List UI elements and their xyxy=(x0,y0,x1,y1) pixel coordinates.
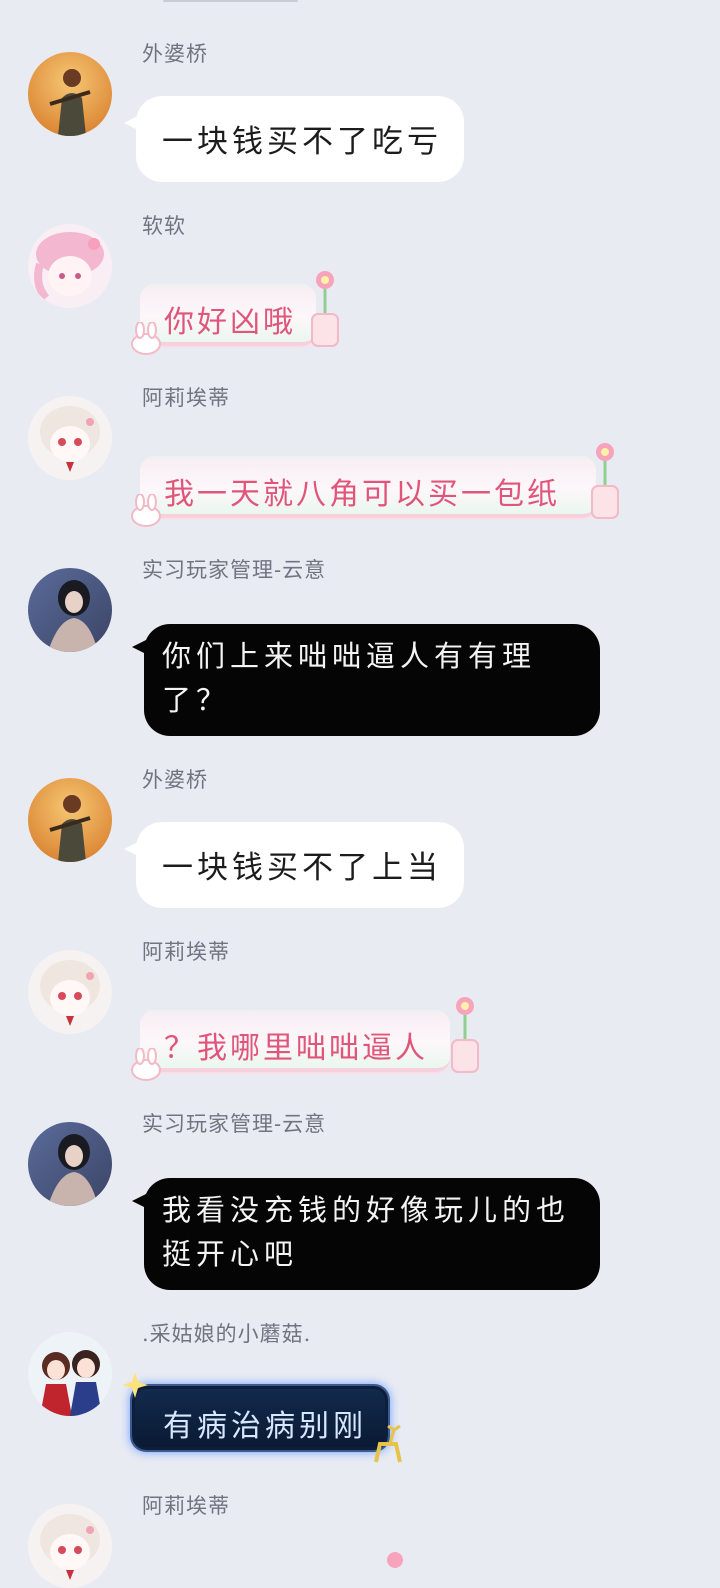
avatar[interactable] xyxy=(28,778,112,862)
message-text: 我一天就八角可以买一包纸 xyxy=(164,477,560,512)
sender-name: 阿莉埃蒂 xyxy=(142,940,230,964)
flower-sticker-icon xyxy=(387,1552,403,1568)
bunny-sticker-icon xyxy=(131,494,161,527)
avatar-anime-white xyxy=(28,396,112,480)
bunny-sticker-icon xyxy=(131,1048,161,1081)
deer-sticker-icon xyxy=(374,1424,402,1463)
sender-name: 软软 xyxy=(142,214,186,238)
avatar[interactable] xyxy=(28,224,112,308)
avatar-anime-white xyxy=(28,1504,112,1588)
sparkle-star-icon xyxy=(122,1372,148,1398)
sender-name: 外婆桥 xyxy=(142,42,208,66)
bunny-sticker-icon xyxy=(131,322,161,355)
avatar-anime-white xyxy=(28,950,112,1034)
avatar-anime-pink xyxy=(28,224,112,308)
avatar[interactable] xyxy=(28,52,112,136)
avatar[interactable] xyxy=(28,1332,112,1416)
sender-name: 实习玩家管理-云意 xyxy=(142,558,327,582)
sender-name: 阿莉埃蒂 xyxy=(142,1494,230,1518)
message-text: 有病治病别刚 xyxy=(163,1409,367,1444)
message-bubble[interactable]: 有病治病别刚 xyxy=(132,1386,388,1450)
scroll-indicator xyxy=(163,0,298,2)
avatar-anime-duo xyxy=(28,1332,112,1416)
message-bubble[interactable]: 我一天就八角可以买一包纸 xyxy=(140,456,596,518)
avatar[interactable] xyxy=(28,1122,112,1206)
message-text: 我看没充钱的好像玩儿的也挺开心吧 xyxy=(162,1193,571,1271)
avatar[interactable] xyxy=(28,1504,112,1588)
avatar-photo-dark xyxy=(28,1122,112,1206)
avatar-photo-orange xyxy=(28,778,112,862)
message-bubble[interactable]: 一块钱买不了吃亏 xyxy=(124,96,464,182)
flower-sticker-icon xyxy=(591,443,619,519)
avatar[interactable] xyxy=(28,396,112,480)
message-text: ？我哪里咄咄逼人 xyxy=(164,1031,428,1066)
avatar-photo-orange xyxy=(28,52,112,136)
message-bubble[interactable]: 一块钱买不了上当 xyxy=(124,822,464,908)
sender-name: 实习玩家管理-云意 xyxy=(142,1112,327,1136)
flower-sticker-icon xyxy=(451,997,479,1073)
message-text: 一块钱买不了上当 xyxy=(162,850,442,886)
sender-name: 外婆桥 xyxy=(142,768,208,792)
avatar[interactable] xyxy=(28,950,112,1034)
message-text: 一块钱买不了吃亏 xyxy=(162,124,442,160)
sender-name: .采姑娘的小蘑菇. xyxy=(142,1322,312,1346)
avatar[interactable] xyxy=(28,568,112,652)
flower-sticker-icon xyxy=(311,271,339,347)
message-text: 你好凶哦 xyxy=(164,305,296,340)
avatar-photo-dark xyxy=(28,568,112,652)
message-text: 你们上来咄咄逼人有有理了？ xyxy=(162,639,537,717)
message-bubble[interactable]: 我看没充钱的好像玩儿的也挺开心吧 xyxy=(132,1178,600,1290)
message-bubble[interactable]: 你好凶哦 xyxy=(140,284,316,346)
sender-name: 阿莉埃蒂 xyxy=(142,386,230,410)
message-bubble[interactable]: ？我哪里咄咄逼人 xyxy=(140,1010,450,1072)
message-bubble[interactable]: 你们上来咄咄逼人有有理了？ xyxy=(132,624,600,736)
